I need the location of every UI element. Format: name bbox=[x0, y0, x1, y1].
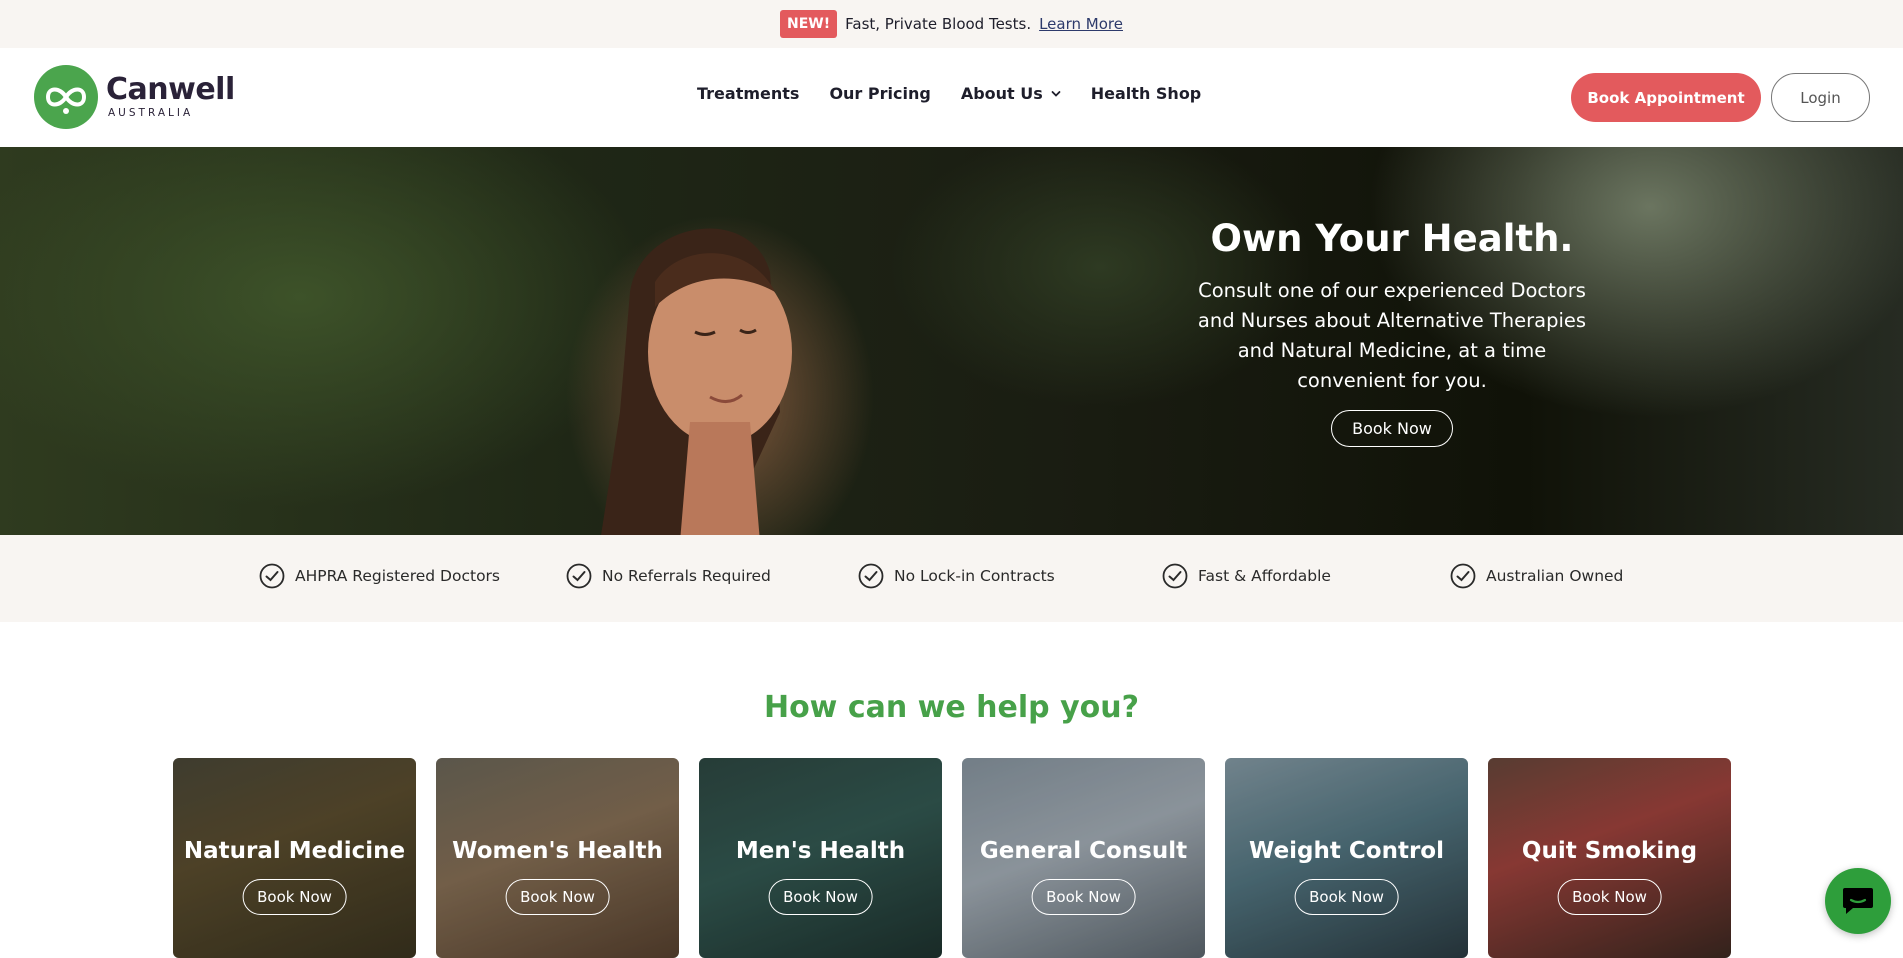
chevron-down-icon bbox=[1051, 90, 1061, 97]
card-title: Men's Health bbox=[735, 838, 906, 864]
trust-label: AHPRA Registered Doctors bbox=[295, 567, 501, 585]
hero-book-now-button[interactable]: Book Now bbox=[1331, 410, 1453, 447]
trust-label: Fast & Affordable bbox=[1198, 567, 1331, 585]
trust-item: No Lock-in Contracts bbox=[858, 563, 1055, 589]
hero-woman-image bbox=[601, 228, 792, 535]
announcement-bar: NEW! Fast, Private Blood Tests. Learn Mo… bbox=[0, 0, 1903, 48]
nav-our-pricing[interactable]: Our Pricing bbox=[829, 84, 930, 103]
learn-more-link[interactable]: Learn More bbox=[1039, 15, 1123, 33]
card-book-now-button[interactable]: Book Now bbox=[505, 879, 610, 915]
canwell-logo-icon bbox=[34, 65, 98, 129]
nav-label: Treatments bbox=[697, 84, 800, 103]
trust-label: No Referrals Required bbox=[602, 567, 771, 585]
trust-item: No Referrals Required bbox=[566, 563, 771, 589]
check-circle-icon bbox=[259, 563, 285, 589]
trust-label: No Lock-in Contracts bbox=[894, 567, 1055, 585]
nav-label: Health Shop bbox=[1090, 84, 1202, 103]
card-weight-control[interactable]: Weight Control Book Now bbox=[1225, 758, 1468, 958]
chat-button[interactable] bbox=[1825, 868, 1891, 934]
login-button[interactable]: Login bbox=[1771, 73, 1870, 122]
logo-subtitle: AUSTRALIA bbox=[108, 107, 194, 119]
main-nav: Treatments Our Pricing About Us Health S… bbox=[697, 84, 1201, 103]
nav-about-us[interactable]: About Us bbox=[961, 84, 1061, 103]
logo[interactable]: Canwell AUSTRALIA bbox=[34, 65, 235, 129]
check-circle-icon bbox=[1162, 563, 1188, 589]
hero-title: Own Your Health. bbox=[1210, 217, 1574, 260]
trust-item: Fast & Affordable bbox=[1162, 563, 1331, 589]
book-appointment-button[interactable]: Book Appointment bbox=[1571, 73, 1761, 122]
card-book-now-button[interactable]: Book Now bbox=[1294, 879, 1399, 915]
card-title: Weight Control bbox=[1249, 838, 1444, 864]
hero-content: Own Your Health. Consult one of our expe… bbox=[1182, 217, 1602, 447]
help-section-title: How can we help you? bbox=[763, 690, 1140, 725]
card-book-now-button[interactable]: Book Now bbox=[1557, 879, 1662, 915]
card-womens-health[interactable]: Women's Health Book Now bbox=[436, 758, 679, 958]
card-book-now-button[interactable]: Book Now bbox=[768, 879, 873, 915]
card-title: General Consult bbox=[979, 838, 1188, 864]
site-header: Canwell AUSTRALIA Treatments Our Pricing… bbox=[0, 48, 1903, 147]
check-circle-icon bbox=[858, 563, 884, 589]
card-mens-health[interactable]: Men's Health Book Now bbox=[699, 758, 942, 958]
nav-health-shop[interactable]: Health Shop bbox=[1091, 84, 1202, 103]
nav-label: About Us bbox=[960, 84, 1043, 103]
card-book-now-button[interactable]: Book Now bbox=[1031, 879, 1136, 915]
service-cards: Natural Medicine Book Now Women's Health… bbox=[173, 758, 1731, 958]
trust-item: AHPRA Registered Doctors bbox=[259, 563, 500, 589]
check-circle-icon bbox=[1450, 563, 1476, 589]
card-title: Natural Medicine bbox=[183, 838, 406, 864]
card-quit-smoking[interactable]: Quit Smoking Book Now bbox=[1488, 758, 1731, 958]
trust-item: Australian Owned bbox=[1450, 563, 1623, 589]
check-circle-icon bbox=[566, 563, 592, 589]
logo-name: Canwell bbox=[106, 72, 235, 107]
nav-label: Our Pricing bbox=[829, 84, 931, 103]
card-general-consult[interactable]: General Consult Book Now bbox=[962, 758, 1205, 958]
card-title: Quit Smoking bbox=[1521, 838, 1698, 864]
nav-treatments[interactable]: Treatments bbox=[697, 84, 799, 103]
card-book-now-button[interactable]: Book Now bbox=[242, 879, 347, 915]
hero-banner: Own Your Health. Consult one of our expe… bbox=[0, 147, 1903, 535]
new-badge: NEW! bbox=[780, 10, 838, 38]
trust-label: Australian Owned bbox=[1486, 567, 1624, 585]
hero-description: Consult one of our experienced Doctors a… bbox=[1197, 279, 1587, 392]
card-title: Women's Health bbox=[452, 838, 663, 864]
trust-bar: AHPRA Registered Doctors No Referrals Re… bbox=[0, 535, 1903, 622]
card-natural-medicine[interactable]: Natural Medicine Book Now bbox=[173, 758, 416, 958]
announcement-text: Fast, Private Blood Tests. bbox=[845, 15, 1032, 33]
chat-bubble-icon bbox=[1843, 888, 1873, 914]
